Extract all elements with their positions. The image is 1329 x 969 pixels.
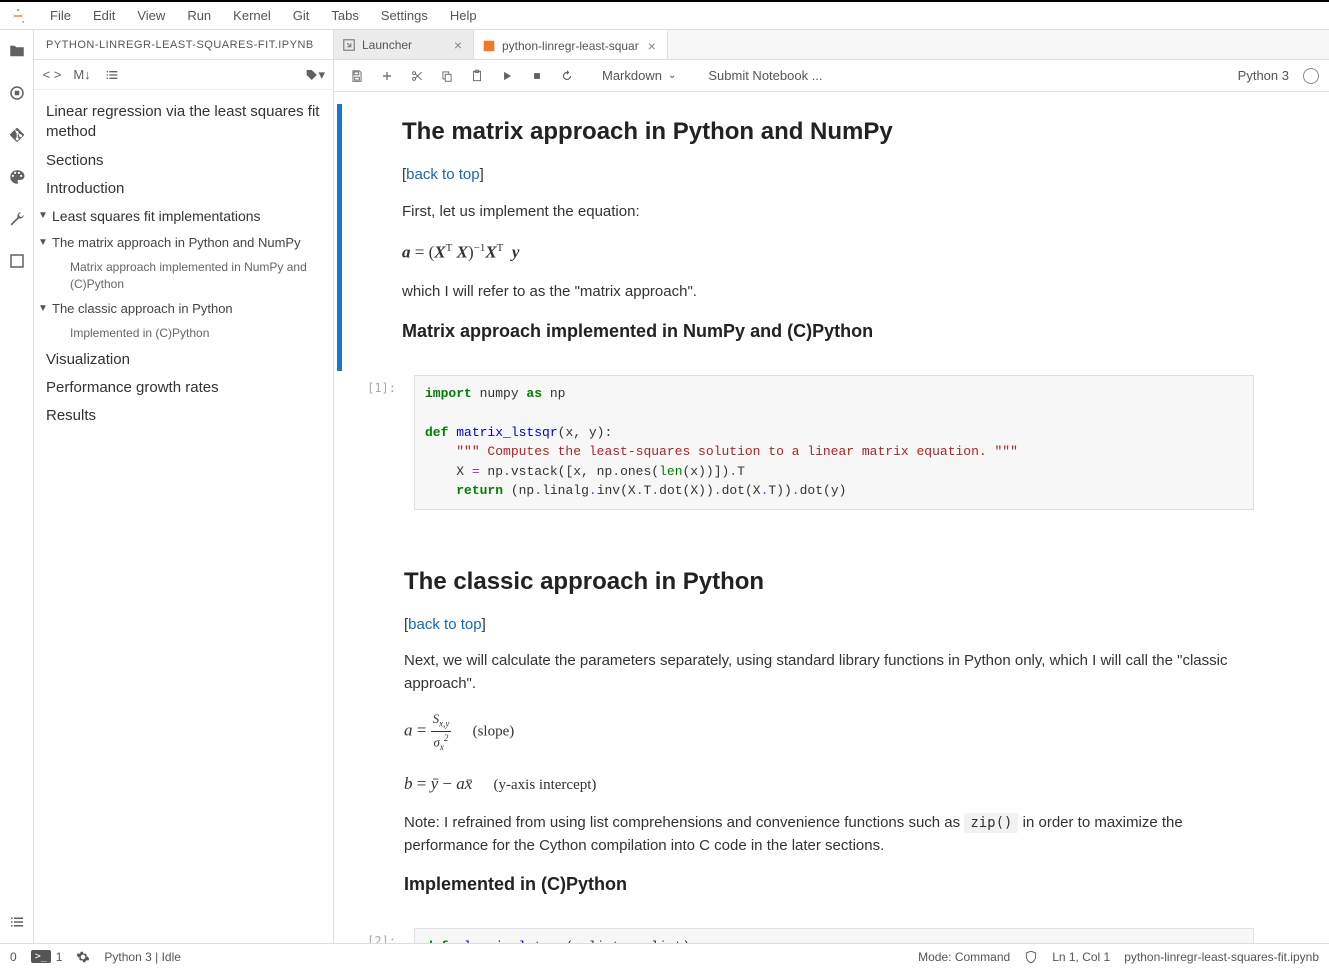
menubar: File Edit View Run Kernel Git Tabs Setti…	[0, 2, 1329, 30]
statusbar: 0 >_1 Python 3 | Idle Mode: Command Ln 1…	[0, 943, 1329, 969]
caret-down-icon[interactable]: ▼	[34, 207, 52, 223]
numbered-list-icon[interactable]	[102, 65, 122, 85]
status-filename[interactable]: python-linregr-least-squares-fit.ipynb	[1124, 950, 1319, 964]
markdown-icon[interactable]: M↓	[72, 65, 92, 85]
tab-bar: Launcher × python-linregr-least-squar ×	[334, 30, 1329, 60]
tab-notebook[interactable]: python-linregr-least-squar ×	[474, 30, 668, 59]
notebook-body[interactable]: The matrix approach in Python and NumPy …	[334, 92, 1329, 943]
menu-help[interactable]: Help	[440, 4, 487, 27]
menu-run[interactable]: Run	[177, 4, 221, 27]
cell-type-select[interactable]: Markdown ⌄	[594, 68, 684, 83]
copy-icon[interactable]	[434, 63, 460, 89]
extension-icon[interactable]	[8, 252, 26, 270]
status-problems[interactable]: 0	[10, 950, 17, 964]
cell-prompt: [1]:	[344, 375, 404, 510]
paragraph: First, let us implement the equation:	[402, 201, 1252, 224]
git-icon[interactable]	[8, 126, 26, 144]
toc-item[interactable]: Visualization	[34, 346, 333, 374]
add-icon[interactable]	[374, 63, 400, 89]
status-terminals[interactable]: >_1	[31, 950, 63, 964]
equation: a = (XT X)−1XT y	[402, 237, 1252, 265]
notebook-icon	[482, 39, 496, 53]
toc-item[interactable]: ▼ The matrix approach in Python and NumP…	[34, 230, 333, 256]
heading-classic-approach: The classic approach in Python	[404, 564, 1254, 600]
toc-item[interactable]: Performance growth rates	[34, 374, 333, 402]
code-cell[interactable]: [1]: import numpy as np def matrix_lstsq…	[334, 373, 1329, 512]
jupyter-logo	[8, 6, 28, 26]
paragraph: which I will refer to as the "matrix app…	[402, 281, 1252, 304]
code-input[interactable]: import numpy as np def matrix_lstsqr(x, …	[414, 375, 1254, 510]
activity-bar	[0, 30, 34, 943]
folder-icon[interactable]	[8, 42, 26, 60]
close-icon[interactable]: ×	[451, 38, 465, 52]
toc-title[interactable]: Linear regression via the least squares …	[34, 98, 333, 147]
back-to-top-link: [back to top]	[402, 164, 1252, 187]
expand-code-icon[interactable]: < >	[42, 65, 62, 85]
shield-icon[interactable]	[1024, 950, 1038, 964]
menu-file[interactable]: File	[40, 4, 81, 27]
notebook-toolbar: Markdown ⌄ Submit Notebook ... Python 3	[334, 60, 1329, 92]
submit-notebook-button[interactable]: Submit Notebook ...	[708, 68, 822, 83]
toc-item[interactable]: ▼ Least squares fit implementations	[34, 203, 333, 230]
toc-item[interactable]: Implemented in (C)Python	[34, 321, 333, 345]
running-icon[interactable]	[8, 84, 26, 102]
code-input[interactable]: def classic_lstsqr(x_list, y_list): """ …	[414, 928, 1254, 943]
tab-label: python-linregr-least-squar	[502, 39, 639, 53]
heading-classic-impl: Implemented in (C)Python	[404, 871, 1254, 898]
menu-kernel[interactable]: Kernel	[223, 4, 281, 27]
tab-label: Launcher	[362, 38, 445, 52]
paste-icon[interactable]	[464, 63, 490, 89]
status-mode[interactable]: Mode: Command	[918, 950, 1010, 964]
caret-down-icon[interactable]: ▼	[34, 234, 52, 250]
markdown-cell[interactable]: The classic approach in Python [back to …	[334, 552, 1329, 927]
wrench-icon[interactable]	[8, 210, 26, 228]
toc-item[interactable]: Matrix approach implemented in NumPy and…	[34, 255, 333, 295]
menu-git[interactable]: Git	[283, 4, 320, 27]
tab-launcher[interactable]: Launcher ×	[334, 30, 474, 59]
stop-icon[interactable]	[524, 63, 550, 89]
markdown-cell[interactable]: The matrix approach in Python and NumPy …	[334, 102, 1329, 373]
toc-item[interactable]: Introduction	[34, 175, 333, 203]
heading-matrix-approach: The matrix approach in Python and NumPy	[402, 114, 1252, 150]
tag-icon[interactable]: ▾	[305, 65, 325, 85]
chevron-down-icon: ⌄	[668, 70, 676, 81]
toc-icon[interactable]	[8, 913, 26, 931]
close-icon[interactable]: ×	[645, 39, 659, 53]
cell-prompt: [2]:	[344, 928, 404, 943]
equation-slope: a = Sx,yσx2 (slope)	[404, 709, 1254, 755]
save-icon[interactable]	[344, 63, 370, 89]
menu-settings[interactable]: Settings	[371, 4, 438, 27]
back-to-top-link: [back to top]	[404, 614, 1254, 637]
paragraph: Next, we will calculate the parameters s…	[404, 650, 1254, 695]
palette-icon[interactable]	[8, 168, 26, 186]
caret-down-icon[interactable]: ▼	[34, 300, 52, 316]
equation-intercept: b = ȳ − ax̄ (y-axis intercept)	[404, 771, 1254, 797]
status-settings-icon[interactable]	[76, 950, 90, 964]
restart-icon[interactable]	[554, 63, 580, 89]
content-area: Launcher × python-linregr-least-squar ×	[334, 30, 1329, 943]
run-icon[interactable]	[494, 63, 520, 89]
status-cursor[interactable]: Ln 1, Col 1	[1052, 950, 1110, 964]
kernel-status-icon[interactable]	[1303, 68, 1319, 84]
sidebar: PYTHON-LINREGR-LEAST-SQUARES-FIT.IPYNB <…	[34, 30, 334, 943]
heading-matrix-impl: Matrix approach implemented in NumPy and…	[402, 318, 1252, 345]
menu-view[interactable]: View	[127, 4, 175, 27]
paragraph: Note: I refrained from using list compre…	[404, 812, 1254, 857]
menu-edit[interactable]: Edit	[83, 4, 125, 27]
kernel-name[interactable]: Python 3	[1238, 68, 1289, 83]
toc-item[interactable]: ▼ The classic approach in Python	[34, 296, 333, 322]
menu-tabs[interactable]: Tabs	[321, 4, 368, 27]
toc-sections[interactable]: Sections	[34, 147, 333, 175]
table-of-contents: Linear regression via the least squares …	[34, 90, 333, 943]
toc-item[interactable]: Results	[34, 402, 333, 430]
launcher-icon	[342, 38, 356, 52]
code-cell[interactable]: [2]: def classic_lstsqr(x_list, y_list):…	[334, 926, 1329, 943]
cut-icon[interactable]	[404, 63, 430, 89]
status-kernel[interactable]: Python 3 | Idle	[104, 950, 181, 964]
breadcrumb: PYTHON-LINREGR-LEAST-SQUARES-FIT.IPYNB	[46, 39, 314, 51]
